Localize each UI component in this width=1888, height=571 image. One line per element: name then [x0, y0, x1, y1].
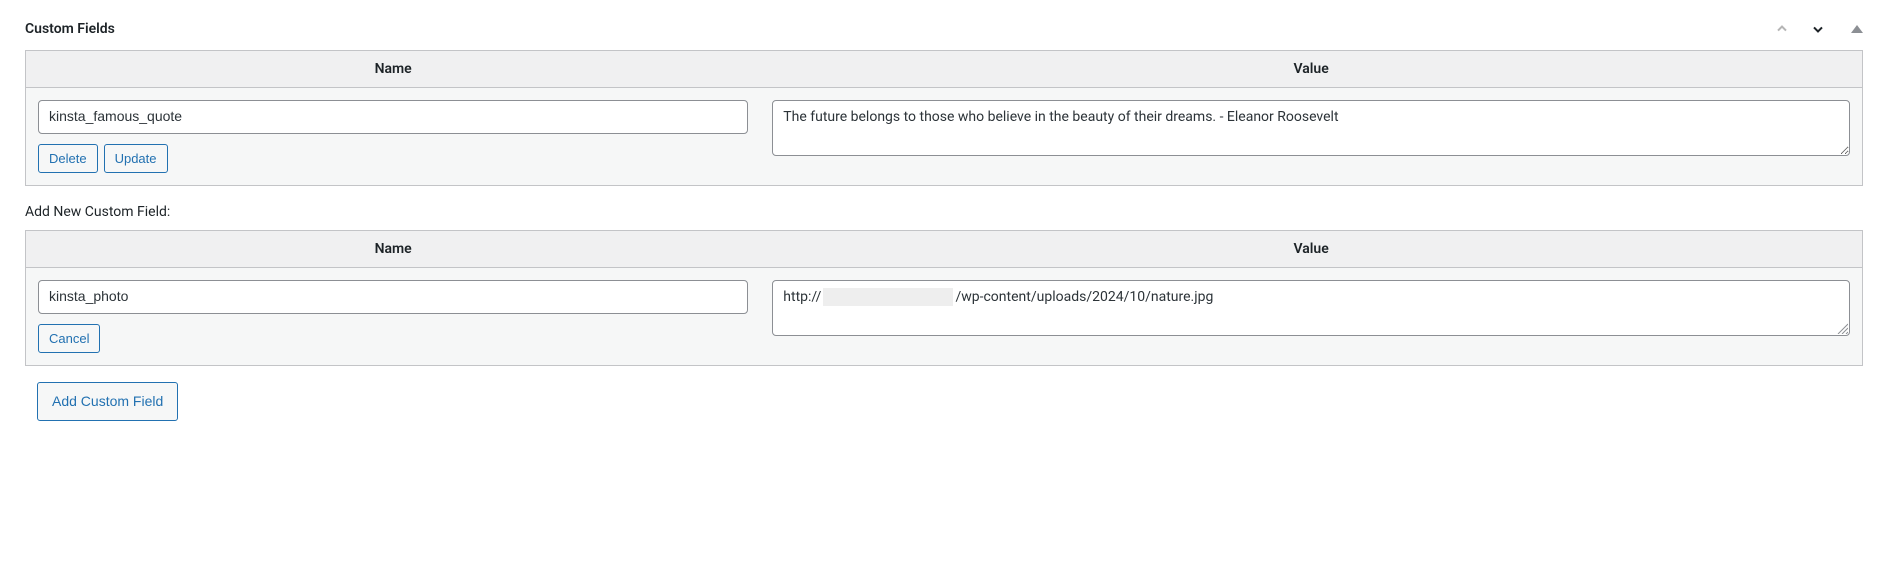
field-value-textarea[interactable]: The future belongs to those who believe … — [772, 100, 1850, 156]
add-new-label: Add New Custom Field: — [25, 204, 1863, 220]
panel-title: Custom Fields — [25, 21, 115, 37]
redacted-domain — [823, 288, 953, 306]
column-header-name: Name — [26, 231, 761, 268]
table-row: Delete Update The future belongs to thos… — [26, 88, 1863, 186]
add-new-fields-table: Name Value Cancel http:// /wp-content/upl… — [25, 230, 1863, 366]
delete-button[interactable]: Delete — [38, 144, 98, 174]
new-field-name-input[interactable] — [38, 280, 748, 314]
move-up-icon[interactable] — [1773, 20, 1791, 38]
url-prefix: http:// — [783, 289, 821, 305]
new-field-value-textarea[interactable]: http:// /wp-content/uploads/2024/10/natur… — [772, 280, 1850, 336]
toggle-panel-icon[interactable] — [1851, 25, 1863, 33]
column-header-value: Value — [760, 51, 1862, 88]
field-name-input[interactable] — [38, 100, 748, 134]
table-row: Cancel http:// /wp-content/uploads/2024/1… — [26, 268, 1863, 366]
url-suffix: /wp-content/uploads/2024/10/nature.jpg — [955, 289, 1213, 305]
add-custom-field-button[interactable]: Add Custom Field — [37, 382, 178, 421]
column-header-name: Name — [26, 51, 761, 88]
move-down-icon[interactable] — [1809, 20, 1827, 38]
existing-fields-table: Name Value Delete Update The future belo… — [25, 50, 1863, 186]
cancel-button[interactable]: Cancel — [38, 324, 100, 354]
update-button[interactable]: Update — [104, 144, 168, 174]
column-header-value: Value — [760, 231, 1862, 268]
panel-controls — [1773, 20, 1863, 38]
